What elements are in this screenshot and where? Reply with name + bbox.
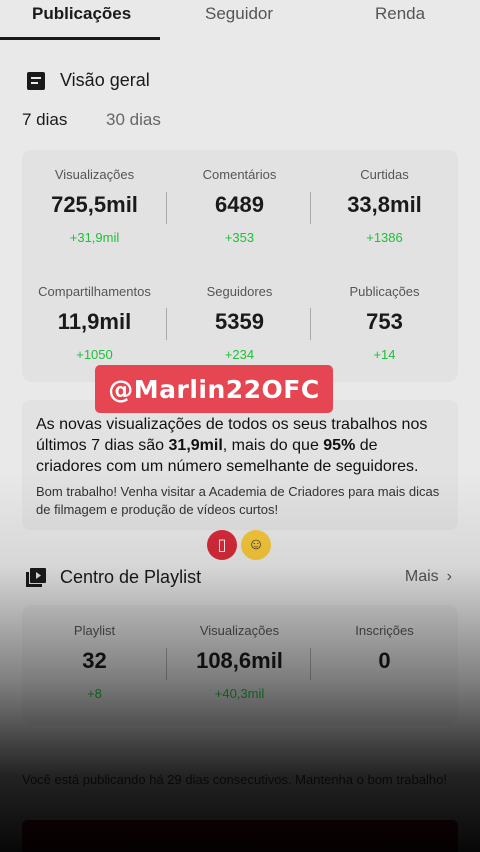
divider	[310, 192, 311, 224]
stat-likes[interactable]: Curtidas 33,8mil +1386	[312, 167, 457, 245]
playlist-stats-card: Playlist 32 +8 Visualizações 108,6mil +4…	[22, 605, 458, 725]
sunshine-face-icon: ☺	[241, 530, 271, 560]
stat-label: Playlist	[73, 623, 116, 638]
stat-label: Publicações	[349, 284, 420, 299]
stat-label: Visualizações	[199, 623, 280, 638]
playlist-header: Centro de Playlist	[26, 567, 201, 588]
stat-value: 5359	[215, 309, 264, 334]
stat-views[interactable]: Visualizações 725,5mil +31,9mil	[22, 167, 167, 245]
emoji-overlay: ▯ ☺	[207, 530, 271, 560]
stat-value: 11,9mil	[57, 309, 132, 334]
stat-playlists[interactable]: Playlist 32 +8	[22, 623, 167, 701]
overview-title: Visão geral	[60, 70, 150, 90]
bottom-action-button[interactable]	[22, 820, 458, 852]
stat-playlist-views[interactable]: Visualizações 108,6mil +40,3mil	[167, 623, 312, 701]
stat-label: Comentários	[202, 167, 277, 182]
stat-delta: +40,3mil	[214, 686, 265, 701]
overview-stats-card: Visualizações 725,5mil +31,9mil Comentár…	[22, 150, 458, 382]
divider	[310, 308, 311, 340]
stat-label: Curtidas	[360, 167, 409, 182]
insight-highlight-percent: 95%	[323, 437, 356, 454]
stat-delta: +234	[224, 347, 255, 362]
stat-value: 0	[378, 648, 391, 673]
period-30-days[interactable]: 30 dias	[106, 110, 161, 130]
stat-followers[interactable]: Seguidores 5359 +234	[167, 284, 312, 362]
divider	[310, 648, 311, 680]
stat-value: 725,5mil	[51, 192, 138, 217]
stat-value: 32	[82, 648, 107, 673]
stat-posts[interactable]: Publicações 753 +14	[312, 284, 457, 362]
overview-header: Visão geral	[26, 70, 150, 91]
stat-comments[interactable]: Comentários 6489 +353	[167, 167, 312, 245]
more-label: Mais	[404, 568, 439, 585]
stat-label: Seguidores	[206, 284, 273, 299]
period-7-days[interactable]: 7 dias	[22, 110, 67, 130]
stat-value: 33,8mil	[347, 192, 422, 217]
insight-highlight-value: 31,9mil	[168, 437, 223, 454]
stat-delta: +1050	[76, 347, 113, 362]
document-icon	[27, 71, 45, 90]
streak-message: Você está publicando há 29 dias consecut…	[22, 772, 447, 787]
insight-card: As novas visualizações de todos os seus …	[22, 400, 458, 530]
top-tabs: Publicações Seguidor Renda	[0, 0, 480, 40]
stat-delta: +353	[224, 230, 255, 245]
playlist-icon	[26, 567, 46, 587]
no-phone-icon: ▯	[207, 530, 237, 560]
stat-label: Compartilhamentos	[38, 284, 151, 299]
stat-delta: +1386	[366, 230, 403, 245]
playlist-more-link[interactable]: Mais ›	[405, 568, 452, 586]
stat-delta: +14	[373, 347, 396, 362]
insight-text: As novas visualizações de todos os seus …	[36, 414, 444, 477]
stat-value: 6489	[215, 192, 264, 217]
active-tab-indicator	[0, 37, 160, 40]
insight-subtext[interactable]: Bom trabalho! Venha visitar a Academia d…	[36, 483, 444, 519]
stat-value: 108,6mil	[196, 648, 283, 673]
stat-label: Inscrições	[355, 623, 414, 638]
playlist-title: Centro de Playlist	[60, 567, 202, 587]
tab-seguidor[interactable]: Seguidor	[205, 4, 273, 24]
stat-shares[interactable]: Compartilhamentos 11,9mil +1050	[22, 284, 167, 362]
stat-value: 753	[366, 309, 403, 334]
tab-renda[interactable]: Renda	[375, 4, 425, 24]
stat-delta: +31,9mil	[69, 230, 120, 245]
tab-publicacoes[interactable]: Publicações	[32, 4, 131, 24]
stat-label: Visualizações	[54, 167, 135, 182]
stat-delta: +8	[87, 686, 102, 701]
chevron-right-icon: ›	[446, 568, 452, 585]
watermark-label: @Marlin22OFC	[95, 365, 333, 413]
insight-text-part: , mais do que	[222, 437, 324, 454]
stat-subscriptions[interactable]: Inscrições 0	[312, 623, 457, 686]
